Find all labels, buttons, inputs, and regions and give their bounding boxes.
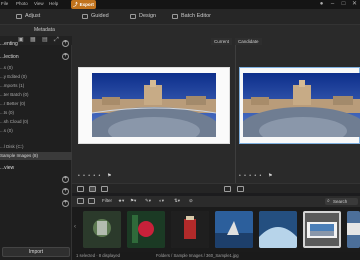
- thumbnail-selected[interactable]: [303, 211, 341, 248]
- color-filter-icon[interactable]: ◐▾: [159, 198, 164, 204]
- section-review[interactable]: ...view: [0, 165, 14, 171]
- expand-icon[interactable]: ⤢: [54, 37, 60, 43]
- collection-item[interactable]: ...s (0): [0, 65, 13, 70]
- filmstrip-toolbar: Filter ★▾ ⚑▾ ✎▾ ◐▾ ⇅▾ ⊘: [72, 196, 360, 207]
- mode-guided-label: Guided: [91, 13, 109, 19]
- mode-bar: Adjust Guided Design Batch Editor: [0, 9, 360, 25]
- selection-status: 1 selected · 8 displayed: [76, 253, 120, 258]
- guided-icon: [82, 13, 88, 19]
- swap-icon[interactable]: [224, 186, 231, 192]
- menu-help[interactable]: Help: [49, 1, 58, 6]
- compare-view-icon[interactable]: [89, 186, 96, 192]
- search-label: Search: [333, 199, 348, 204]
- library-sidebar: Metadata ▣ ▦ ▤ ⤢ ...enting + ...lection …: [0, 25, 72, 260]
- folder-sample-images[interactable]: Sample Images (8): [0, 152, 72, 160]
- sidebar-tabs: Metadata: [0, 25, 72, 36]
- add-tag-icon[interactable]: +: [62, 40, 69, 47]
- export-button[interactable]: ⤴ Export: [71, 0, 96, 9]
- grid-icon[interactable]: ▦: [30, 37, 36, 43]
- edit-filter-icon[interactable]: ✎▾: [145, 198, 151, 204]
- candidate-flag-icon[interactable]: ⚑: [268, 173, 273, 179]
- pane-divider[interactable]: [235, 45, 236, 183]
- collection-item[interactable]: ...y Edited (0): [0, 74, 27, 79]
- mode-guided[interactable]: Guided: [82, 13, 109, 19]
- tab-metadata[interactable]: Metadata: [34, 27, 55, 33]
- collection-item[interactable]: ...mports (1): [0, 83, 24, 88]
- current-rating[interactable]: • • • • •: [78, 173, 101, 179]
- compare-candidate-label[interactable]: Candidate: [235, 38, 262, 45]
- menu-bar: File Photo View Help ⤴ Export ● – □ ✕: [0, 0, 360, 9]
- collection-item[interactable]: ...sh Cloud (0): [0, 119, 28, 124]
- menu-view[interactable]: View: [34, 1, 44, 6]
- import-button[interactable]: Import: [2, 247, 70, 257]
- rating-filter-icon[interactable]: ★▾: [118, 198, 124, 204]
- file-path: Folders / Sample Images / 360_Sample1.jp…: [156, 253, 239, 258]
- design-icon: [130, 13, 136, 19]
- current-photo: [92, 73, 216, 137]
- add-more-icon[interactable]: +: [62, 200, 69, 207]
- search-icon: ⌕: [327, 198, 330, 204]
- menu-file[interactable]: File: [1, 1, 8, 6]
- mode-design[interactable]: Design: [130, 13, 156, 19]
- export-icon: ⤴: [73, 1, 78, 7]
- maximize-icon[interactable]: □: [340, 1, 347, 8]
- collection-item[interactable]: ...r Better (0): [0, 101, 25, 106]
- batch-editor-icon: [172, 13, 178, 19]
- single-view-icon[interactable]: [77, 186, 84, 192]
- scroll-left-icon[interactable]: ‹: [74, 224, 76, 230]
- list-icon[interactable]: ▤: [42, 37, 48, 43]
- add-collection-icon[interactable]: +: [62, 53, 69, 60]
- thumbnail[interactable]: [259, 211, 297, 248]
- mode-adjust-label: Adjust: [25, 13, 41, 19]
- status-bar: 1 selected · 8 displayed Folders / Sampl…: [72, 252, 360, 260]
- thumbnail[interactable]: [215, 211, 253, 248]
- clear-filter-icon[interactable]: ⊘: [189, 198, 193, 204]
- view-options-bar: [72, 183, 360, 193]
- sync-icon[interactable]: [237, 186, 244, 192]
- drive-item[interactable]: ...l Disk (C:): [0, 144, 24, 149]
- add-item-icon[interactable]: +: [62, 188, 69, 195]
- sort-filter-icon[interactable]: ⇅▾: [174, 198, 180, 204]
- candidate-rating[interactable]: • • • • •: [239, 173, 262, 179]
- filmstrip-list-icon[interactable]: [88, 198, 95, 204]
- thumbnail[interactable]: [127, 211, 165, 248]
- mode-adjust[interactable]: Adjust: [16, 13, 40, 19]
- filmstrip-grid-icon[interactable]: [77, 198, 84, 204]
- minimize-icon[interactable]: –: [329, 1, 336, 8]
- menu-photo[interactable]: Photo: [16, 1, 28, 6]
- candidate-photo: [243, 73, 360, 137]
- mode-batch-editor[interactable]: Batch Editor: [172, 13, 211, 19]
- add-review-icon[interactable]: +: [62, 176, 69, 183]
- collection-item[interactable]: ...ter Batch (0): [0, 92, 29, 97]
- export-label: Export: [79, 2, 94, 7]
- thumbnail[interactable]: [171, 211, 209, 248]
- thumbnail[interactable]: [347, 211, 360, 248]
- section-tagging[interactable]: ...enting: [0, 41, 18, 47]
- collection-item[interactable]: ...s (0): [0, 128, 13, 133]
- grid-view-icon[interactable]: [101, 186, 108, 192]
- compare-current-label[interactable]: Current: [211, 38, 233, 45]
- thumbnail[interactable]: [83, 211, 121, 248]
- account-icon[interactable]: ●: [318, 1, 325, 8]
- flag-filter-icon[interactable]: ⚑▾: [130, 198, 136, 204]
- mode-batch-label: Batch Editor: [181, 13, 211, 19]
- current-flag-icon[interactable]: ⚑: [107, 173, 112, 179]
- import-folder-icon[interactable]: ▣: [18, 37, 24, 43]
- collection-item[interactable]: ...ts (0): [0, 110, 14, 115]
- adjust-icon: [16, 13, 22, 19]
- section-collection[interactable]: ...lection: [0, 54, 19, 60]
- mode-design-label: Design: [139, 13, 157, 19]
- close-icon[interactable]: ✕: [351, 1, 358, 8]
- filter-label[interactable]: Filter: [102, 198, 112, 203]
